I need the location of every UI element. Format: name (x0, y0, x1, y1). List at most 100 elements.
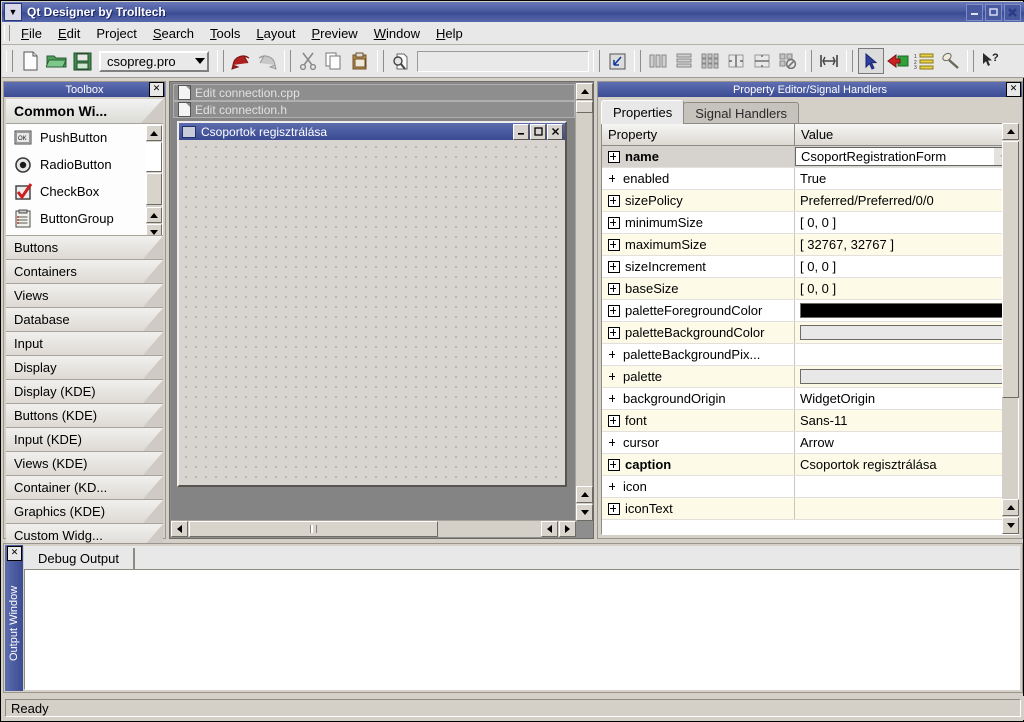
palette-swatch[interactable] (800, 369, 1015, 384)
toolbox-category-buttons[interactable]: Buttons (6, 236, 163, 260)
search-input[interactable] (417, 50, 589, 72)
property-row-enabled[interactable]: enabled True (602, 168, 1018, 190)
form-minimize-button[interactable] (513, 123, 529, 140)
toolbar-grip-4[interactable] (377, 50, 384, 72)
property-grid[interactable]: Property Value name CsoportRegistrationF… (601, 123, 1019, 535)
cut-icon[interactable] (296, 49, 320, 73)
property-row-basesize[interactable]: baseSize [ 0, 0 ] (602, 278, 1018, 300)
save-icon[interactable] (70, 49, 94, 73)
scroll-up-button-2[interactable] (576, 486, 593, 503)
toolbox-item-pushbutton[interactable]: OK PushButton (6, 124, 163, 151)
property-row-palette[interactable]: palette (602, 366, 1018, 388)
toolbox-category-container-kde[interactable]: Container (KD... (6, 476, 163, 500)
property-value-cell[interactable] (795, 322, 1018, 343)
scroll-thumb[interactable] (576, 101, 593, 113)
toolbar-grip-3[interactable] (284, 50, 291, 72)
property-value-cell[interactable]: WidgetOrigin (795, 388, 1018, 409)
expand-icon[interactable] (608, 216, 620, 229)
property-value-cell[interactable] (795, 366, 1018, 387)
property-value-cell[interactable]: Arrow (795, 432, 1018, 453)
property-value-cell[interactable] (795, 344, 1018, 365)
property-row-name[interactable]: name CsoportRegistrationForm ↶ (602, 146, 1018, 168)
scroll-left-button-2[interactable] (541, 521, 558, 537)
menu-preview[interactable]: Preview (303, 24, 365, 43)
menu-help[interactable]: Help (428, 24, 471, 43)
property-value-cell[interactable]: Sans-11 (795, 410, 1018, 431)
expand-icon[interactable] (608, 326, 620, 339)
property-value-cell[interactable] (795, 498, 1018, 519)
menu-project[interactable]: Project (88, 24, 144, 43)
menu-window[interactable]: Window (366, 24, 428, 43)
split-vertical-icon[interactable] (750, 49, 774, 73)
close-icon[interactable]: ✕ (149, 82, 164, 97)
color-swatch[interactable] (800, 303, 1015, 318)
scroll-up-button[interactable] (1002, 123, 1019, 140)
property-row-icon[interactable]: icon (602, 476, 1018, 498)
toolbox-scrollbar[interactable] (146, 125, 162, 235)
toolbox-category-graphics-kde[interactable]: Graphics (KDE) (6, 500, 163, 524)
scroll-thumb-top[interactable] (146, 142, 162, 172)
form-close-button[interactable] (547, 123, 563, 140)
close-icon[interactable]: ✕ (7, 546, 22, 561)
expand-icon[interactable] (608, 414, 620, 427)
toolbar-grip-1[interactable] (6, 50, 13, 72)
project-combo[interactable]: csopreg.pro (99, 50, 209, 72)
pointer-tool-icon[interactable] (858, 48, 884, 74)
scroll-left-button[interactable] (171, 521, 188, 537)
property-value-cell[interactable]: True (795, 168, 1018, 189)
undo-icon[interactable] (229, 49, 253, 73)
property-value-cell[interactable]: [ 0, 0 ] (795, 278, 1018, 299)
toolbox-item-buttongroup[interactable]: ButtonGroup (6, 205, 163, 232)
tab-properties[interactable]: Properties (601, 100, 685, 124)
toolbox-category-display-kde[interactable]: Display (KDE) (6, 380, 163, 404)
property-row-cursor[interactable]: cursor Arrow (602, 432, 1018, 454)
maximize-button[interactable] (985, 3, 1002, 21)
property-row-icontext[interactable]: iconText (602, 498, 1018, 520)
paste-icon[interactable] (348, 49, 372, 73)
property-row-sizepolicy[interactable]: sizePolicy Preferred/Preferred/0/0 (602, 190, 1018, 212)
layout-horizontal-icon[interactable] (646, 49, 670, 73)
toolbox-item-radiobutton[interactable]: RadioButton (6, 151, 163, 178)
connect-signals-icon[interactable] (886, 49, 910, 73)
property-editor-scrollbar[interactable] (1002, 123, 1019, 534)
expand-icon[interactable] (608, 304, 620, 317)
expand-icon[interactable] (608, 260, 620, 273)
open-folder-icon[interactable] (44, 49, 68, 73)
color-swatch[interactable] (800, 325, 1015, 340)
scroll-down-button[interactable] (1002, 517, 1019, 534)
toolbox-item-checkbox[interactable]: CheckBox (6, 178, 163, 205)
scroll-right-button[interactable] (559, 521, 576, 537)
close-button[interactable] (1004, 3, 1021, 21)
toolbox-page-header[interactable]: Common Wi... (6, 99, 163, 124)
toolbox-category-input[interactable]: Input (6, 332, 163, 356)
property-row-sizeincrement[interactable]: sizeIncrement [ 0, 0 ] (602, 256, 1018, 278)
break-layout-icon[interactable] (776, 49, 800, 73)
scroll-thumb[interactable] (146, 173, 162, 205)
property-value-cell[interactable]: Csoportok regisztrálása (795, 454, 1018, 475)
scroll-up-button[interactable] (576, 83, 593, 100)
menu-edit[interactable]: Edit (50, 24, 88, 43)
property-row-caption[interactable]: caption Csoportok regisztrálása (602, 454, 1018, 476)
toolbox-category-views[interactable]: Views (6, 284, 163, 308)
expand-icon[interactable] (608, 502, 620, 515)
property-value-cell[interactable]: [ 0, 0 ] (795, 256, 1018, 277)
copy-icon[interactable] (322, 49, 346, 73)
minimize-button[interactable] (966, 3, 983, 21)
property-value-cell[interactable]: CsoportRegistrationForm ↶ (795, 147, 1018, 166)
toolbox-category-views-kde[interactable]: Views (KDE) (6, 452, 163, 476)
expand-icon[interactable] (608, 458, 620, 471)
scroll-down-button[interactable] (146, 224, 162, 235)
whats-this-icon[interactable]: ? (979, 49, 1003, 73)
scroll-up-button-2[interactable] (1002, 499, 1019, 516)
toolbox-category-buttons-kde[interactable]: Buttons (KDE) (6, 404, 163, 428)
buddy-edit-icon[interactable] (938, 49, 962, 73)
menu-file[interactable]: File (13, 24, 50, 43)
expand-icon[interactable] (608, 238, 620, 251)
property-row-font[interactable]: font Sans-11 (602, 410, 1018, 432)
property-row-palettebackgroundpixmap[interactable]: paletteBackgroundPix... (602, 344, 1018, 366)
scroll-up-button-2[interactable] (146, 207, 162, 223)
split-horizontal-icon[interactable] (724, 49, 748, 73)
expand-icon[interactable] (608, 194, 620, 207)
scroll-thumb[interactable] (1002, 141, 1019, 398)
property-value-cell[interactable]: Preferred/Preferred/0/0 (795, 190, 1018, 211)
